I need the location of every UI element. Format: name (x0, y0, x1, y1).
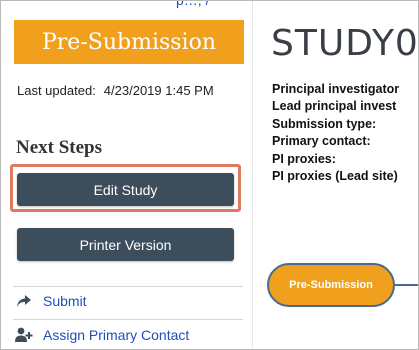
divider (13, 286, 243, 287)
sidebar: Pre-Submission Last updated: 4/23/2019 1:… (1, 1, 253, 349)
last-updated-value: 4/23/2019 1:45 PM (103, 83, 214, 98)
next-steps-title: Next Steps (16, 137, 103, 158)
submit-link[interactable]: Submit (15, 293, 87, 309)
column-separator (252, 1, 253, 349)
study-title: STUDY00 (271, 23, 419, 64)
printer-version-button[interactable]: Printer Version (17, 228, 234, 261)
workflow-node-pre-submission[interactable]: Pre-Submission (267, 263, 395, 307)
field-lead-principal-investigator: Lead principal invest (272, 99, 397, 114)
last-updated: Last updated: 4/23/2019 1:45 PM (17, 83, 214, 98)
add-user-icon (15, 327, 33, 343)
field-primary-contact: Primary contact: (272, 134, 371, 149)
state-banner: Pre-Submission (14, 20, 244, 64)
field-pi-proxies: PI proxies: (272, 151, 336, 166)
assign-primary-contact-link[interactable]: Assign Primary Contact (15, 327, 189, 343)
field-pi-proxies-lead-site: PI proxies (Lead site) (272, 169, 398, 184)
arrow-share-icon (15, 293, 33, 309)
page-frame: p…, / Pre-Submission Last updated: 4/23/2… (0, 0, 419, 350)
workflow-connector (393, 284, 418, 286)
submit-label: Submit (43, 293, 87, 309)
study-fields: Principal investigator Lead principal in… (272, 81, 399, 185)
divider (13, 319, 243, 320)
field-submission-type: Submission type: (272, 116, 377, 131)
edit-study-button[interactable]: Edit Study (17, 173, 234, 206)
field-principal-investigator: Principal investigator (272, 82, 400, 96)
last-updated-label: Last updated: (17, 83, 96, 98)
assign-primary-contact-label: Assign Primary Contact (43, 327, 190, 343)
